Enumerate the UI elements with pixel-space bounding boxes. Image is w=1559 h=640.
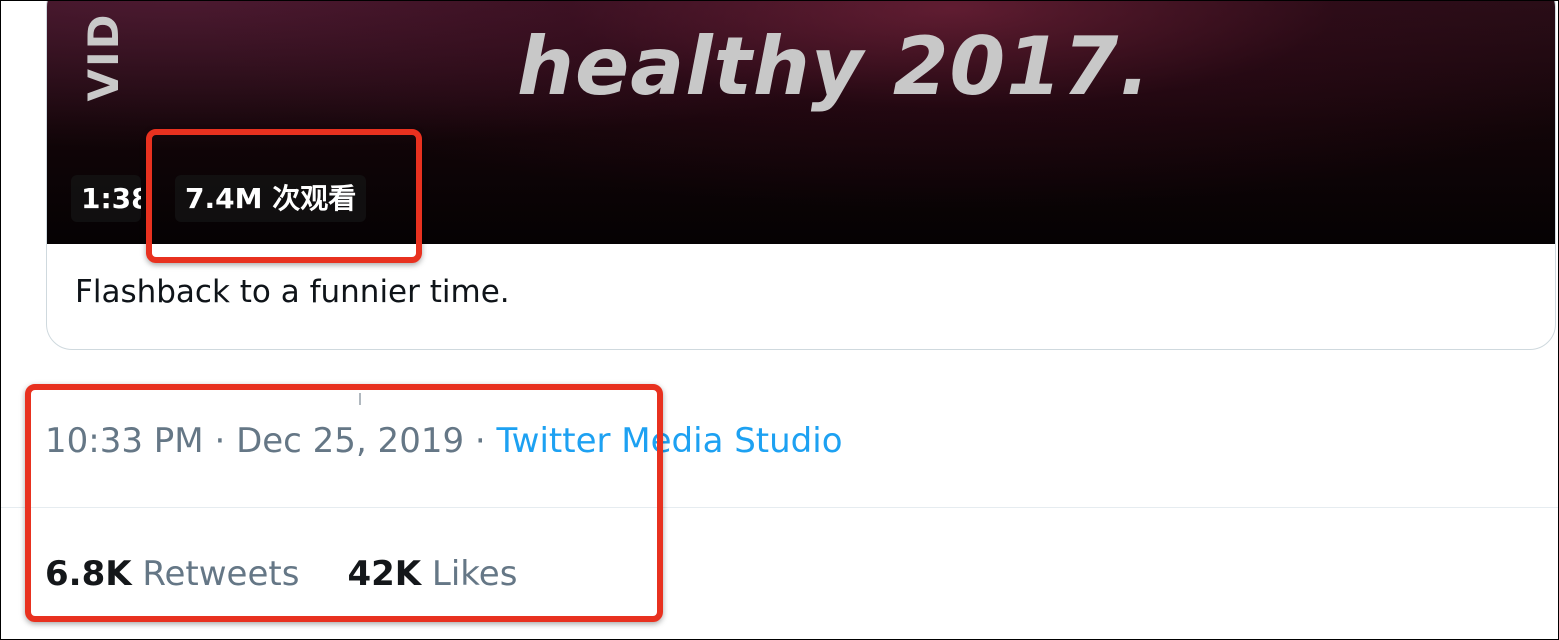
screenshot-frame: VID healthy 2017. 1:38 7.4M 次观看 Flashbac…: [0, 0, 1559, 640]
video-duration-badge: 1:38: [71, 175, 141, 222]
annotation-box-views: [146, 129, 422, 263]
video-caption[interactable]: Flashback to a funnier time.: [75, 274, 510, 310]
video-headline-text: healthy 2017.: [517, 20, 1151, 113]
video-side-text: VID: [78, 12, 128, 102]
annotation-box-metadata: [25, 384, 663, 622]
